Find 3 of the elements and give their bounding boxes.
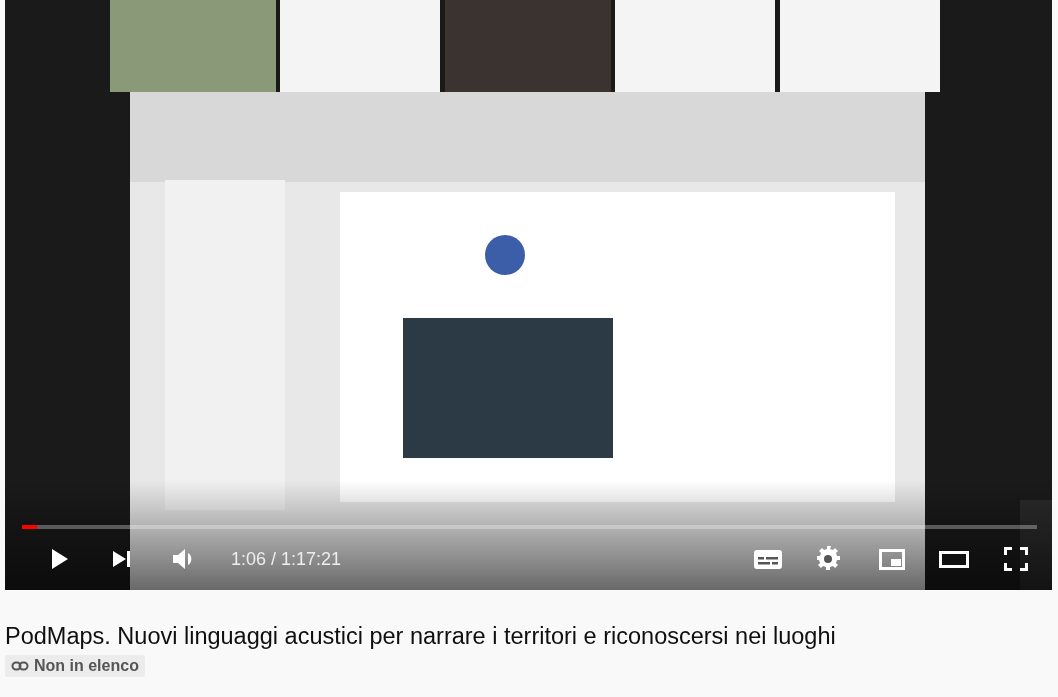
video-title: PodMaps. Nuovi linguaggi acustici per narrare i territori e riconoscersi nei luoghi [5,622,837,651]
badge-label: Non in elenco [34,657,139,675]
time-display: 1:06 / 1:17:21 [231,548,342,570]
